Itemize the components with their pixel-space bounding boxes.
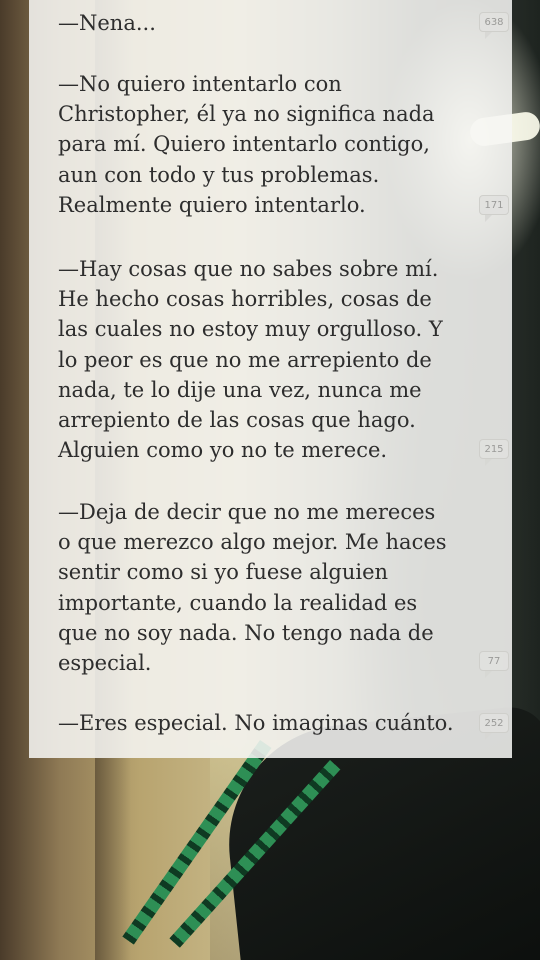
story-paragraph: —Hay cosas que no sabes sobre mí. He hec… xyxy=(58,257,443,463)
inline-comment-count: 252 xyxy=(484,717,504,729)
story-paragraph: —Nena... xyxy=(58,11,156,35)
comment-bubble-tail xyxy=(485,215,492,222)
inline-comment-count: 77 xyxy=(487,655,501,667)
story-paragraph: —No quiero intentarlo con Christopher, é… xyxy=(58,72,435,217)
story-paragraph: —Eres especial. No imaginas cuánto. xyxy=(58,711,454,735)
inline-comment-button[interactable]: 638 xyxy=(479,12,509,39)
story-paragraph: —Deja de decir que no me mereces o que m… xyxy=(58,500,447,676)
comment-bubble-tail xyxy=(485,733,492,740)
inline-comment-button[interactable]: 77 xyxy=(479,651,509,678)
inline-comment-button[interactable]: 171 xyxy=(479,195,509,222)
inline-comment-count: 638 xyxy=(484,16,504,28)
inline-comment-count: 171 xyxy=(484,199,504,211)
comment-bubble-tail xyxy=(485,32,492,39)
inline-comment-count: 215 xyxy=(484,443,504,455)
comment-bubble-tail xyxy=(485,459,492,466)
inline-comment-button[interactable]: 252 xyxy=(479,713,509,740)
story-reader-screen: —Nena... —No quiero intentarlo con Chris… xyxy=(0,0,540,960)
comment-bubble-tail xyxy=(485,671,492,678)
inline-comment-button[interactable]: 215 xyxy=(479,439,509,466)
